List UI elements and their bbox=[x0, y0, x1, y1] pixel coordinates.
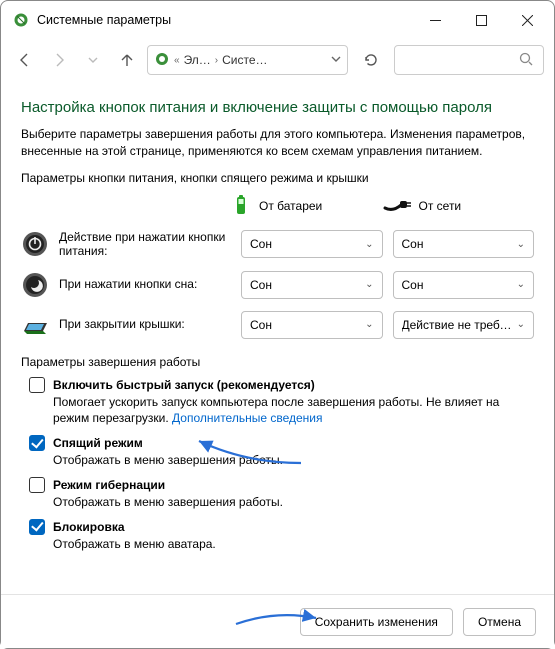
power-section-label: Параметры кнопки питания, кнопки спящего… bbox=[21, 171, 534, 185]
chevron-down-icon: ⌄ bbox=[517, 239, 525, 250]
app-icon bbox=[13, 12, 29, 28]
recent-dropdown[interactable] bbox=[79, 46, 107, 74]
page-description: Выберите параметры завершения работы для… bbox=[21, 126, 534, 161]
cancel-button[interactable]: Отмена bbox=[463, 608, 536, 636]
chevron-down-icon: ⌄ bbox=[365, 319, 373, 330]
lid-ac-select[interactable]: Действие не требуется ⌄ bbox=[393, 311, 535, 339]
maximize-button[interactable] bbox=[458, 4, 504, 36]
save-button[interactable]: Сохранить изменения bbox=[300, 608, 453, 636]
power-row-sleep-button: При нажатии кнопки сна: Сон ⌄ Сон ⌄ bbox=[21, 265, 534, 305]
sleep-button-icon bbox=[21, 271, 49, 299]
hibernate-checkbox[interactable] bbox=[29, 477, 45, 493]
select-value: Сон bbox=[402, 278, 424, 292]
select-value: Действие не требуется bbox=[402, 318, 513, 332]
battery-icon bbox=[231, 193, 251, 220]
search-box[interactable] bbox=[394, 45, 544, 75]
navbar: « Эл… › Систе… bbox=[1, 39, 554, 81]
battery-column-label: От батареи bbox=[259, 199, 322, 213]
select-value: Сон bbox=[250, 278, 272, 292]
location-icon bbox=[154, 51, 170, 70]
lock-checkbox[interactable] bbox=[29, 519, 45, 535]
power-row-label: При нажатии кнопки сна: bbox=[59, 277, 197, 291]
sleep-button-battery-select[interactable]: Сон ⌄ bbox=[241, 271, 383, 299]
power-button-battery-select[interactable]: Сон ⌄ bbox=[241, 230, 383, 258]
ac-column-label: От сети bbox=[419, 199, 462, 213]
shutdown-item-sleep: Спящий режим Отображать в меню завершени… bbox=[29, 435, 534, 469]
sleep-checkbox[interactable] bbox=[29, 435, 45, 451]
sleep-button-ac-select[interactable]: Сон ⌄ bbox=[393, 271, 535, 299]
refresh-button[interactable] bbox=[354, 45, 388, 75]
window-title: Системные параметры bbox=[37, 13, 412, 27]
search-icon bbox=[519, 52, 533, 69]
content: Настройка кнопок питания и включение защ… bbox=[1, 81, 554, 553]
lock-desc: Отображать в меню аватара. bbox=[53, 536, 534, 553]
forward-button[interactable] bbox=[45, 46, 73, 74]
shutdown-item-fast-startup: Включить быстрый запуск (рекомендуется) … bbox=[29, 377, 534, 428]
power-row-label: При закрытии крышки: bbox=[59, 317, 185, 331]
breadcrumb-1[interactable]: Эл… bbox=[184, 53, 211, 67]
power-row-lid: При закрытии крышки: Сон ⌄ Действие не т… bbox=[21, 305, 534, 345]
shutdown-item-hibernate: Режим гибернации Отображать в меню завер… bbox=[29, 477, 534, 511]
power-row-label: Действие при нажатии кнопки питания: bbox=[59, 230, 231, 259]
sleep-label: Спящий режим bbox=[53, 436, 143, 450]
footer: Сохранить изменения Отмена bbox=[1, 594, 554, 648]
titlebar: Системные параметры bbox=[1, 1, 554, 39]
page-title: Настройка кнопок питания и включение защ… bbox=[21, 99, 534, 116]
hibernate-label: Режим гибернации bbox=[53, 478, 165, 492]
chevron-right-icon: › bbox=[215, 55, 218, 66]
address-dropdown-icon[interactable] bbox=[331, 53, 341, 67]
select-value: Сон bbox=[402, 237, 424, 251]
close-button[interactable] bbox=[504, 4, 550, 36]
address-bar[interactable]: « Эл… › Систе… bbox=[147, 45, 348, 75]
shutdown-section-label: Параметры завершения работы bbox=[21, 355, 534, 369]
chevron-down-icon: ⌄ bbox=[365, 279, 373, 290]
chevron-down-icon: ⌄ bbox=[517, 319, 525, 330]
minimize-button[interactable] bbox=[412, 4, 458, 36]
hibernate-desc: Отображать в меню завершения работы. bbox=[53, 494, 534, 511]
power-row-power-button: Действие при нажатии кнопки питания: Сон… bbox=[21, 224, 534, 265]
back-button[interactable] bbox=[11, 46, 39, 74]
plug-icon bbox=[383, 196, 411, 217]
lid-icon bbox=[21, 311, 49, 339]
lock-label: Блокировка bbox=[53, 520, 125, 534]
select-value: Сон bbox=[250, 318, 272, 332]
power-table-header: От батареи От сети bbox=[21, 189, 534, 224]
more-info-link[interactable]: Дополнительные сведения bbox=[172, 411, 322, 425]
power-button-ac-select[interactable]: Сон ⌄ bbox=[393, 230, 535, 258]
fast-startup-checkbox[interactable] bbox=[29, 377, 45, 393]
select-value: Сон bbox=[250, 237, 272, 251]
shutdown-item-lock: Блокировка Отображать в меню аватара. bbox=[29, 519, 534, 553]
fast-startup-label: Включить быстрый запуск (рекомендуется) bbox=[53, 378, 315, 392]
lid-battery-select[interactable]: Сон ⌄ bbox=[241, 311, 383, 339]
up-button[interactable] bbox=[113, 46, 141, 74]
breadcrumb-2[interactable]: Систе… bbox=[222, 53, 267, 67]
chevron-start-icon: « bbox=[174, 55, 180, 66]
chevron-down-icon: ⌄ bbox=[517, 279, 525, 290]
chevron-down-icon: ⌄ bbox=[365, 239, 373, 250]
power-button-icon bbox=[21, 230, 49, 258]
sleep-desc: Отображать в меню завершения работы. bbox=[53, 452, 534, 469]
